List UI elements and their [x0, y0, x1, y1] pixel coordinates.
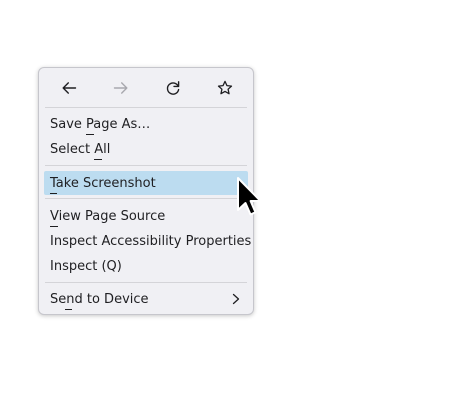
- context-menu: Save Page As… Select All Take Screenshot…: [38, 67, 254, 315]
- menu-item-label: Take Screenshot: [50, 175, 156, 191]
- arrow-right-icon: [113, 82, 128, 94]
- arrow-left-icon: [62, 82, 77, 94]
- mouse-pointer-icon: [237, 177, 262, 216]
- menu-item-view-page-source[interactable]: View Page Source: [44, 204, 248, 228]
- forward-button[interactable]: [109, 76, 133, 100]
- accesskey-underline: [50, 193, 57, 194]
- menu-item-inspect[interactable]: Inspect (Q): [44, 254, 248, 278]
- menu-item-send-to-device[interactable]: Send to Device: [44, 287, 248, 311]
- reload-icon: [166, 81, 180, 95]
- back-button[interactable]: [57, 76, 81, 100]
- bookmark-button[interactable]: [213, 76, 237, 100]
- menu-item-take-screenshot[interactable]: Take Screenshot: [44, 171, 248, 195]
- navigation-row: [39, 68, 253, 107]
- reload-button[interactable]: [161, 76, 185, 100]
- menu-item-select-all[interactable]: Select All: [44, 137, 248, 161]
- menu-item-label: Inspect Accessibility Properties: [50, 233, 252, 249]
- star-icon: [217, 80, 233, 95]
- menu-item-label: Save Page As…: [50, 116, 151, 132]
- menu-item-label: Inspect (Q): [50, 258, 122, 274]
- menu-separator: [45, 107, 247, 108]
- chevron-right-icon: [232, 293, 240, 305]
- menu-separator: [45, 198, 247, 199]
- menu-separator: [45, 165, 247, 166]
- accesskey-underline: [94, 159, 102, 160]
- accesskey-underline: [65, 309, 72, 310]
- menu-item-save-page-as[interactable]: Save Page As…: [44, 112, 248, 136]
- menu-item-label: Select All: [50, 141, 111, 157]
- menu-item-label: View Page Source: [50, 208, 166, 224]
- accesskey-underline: [86, 134, 94, 135]
- accesskey-underline: [50, 226, 58, 227]
- menu-separator: [45, 282, 247, 283]
- menu-item-label: Send to Device: [50, 291, 149, 307]
- menu-item-inspect-accessibility-properties[interactable]: Inspect Accessibility Properties: [44, 229, 252, 253]
